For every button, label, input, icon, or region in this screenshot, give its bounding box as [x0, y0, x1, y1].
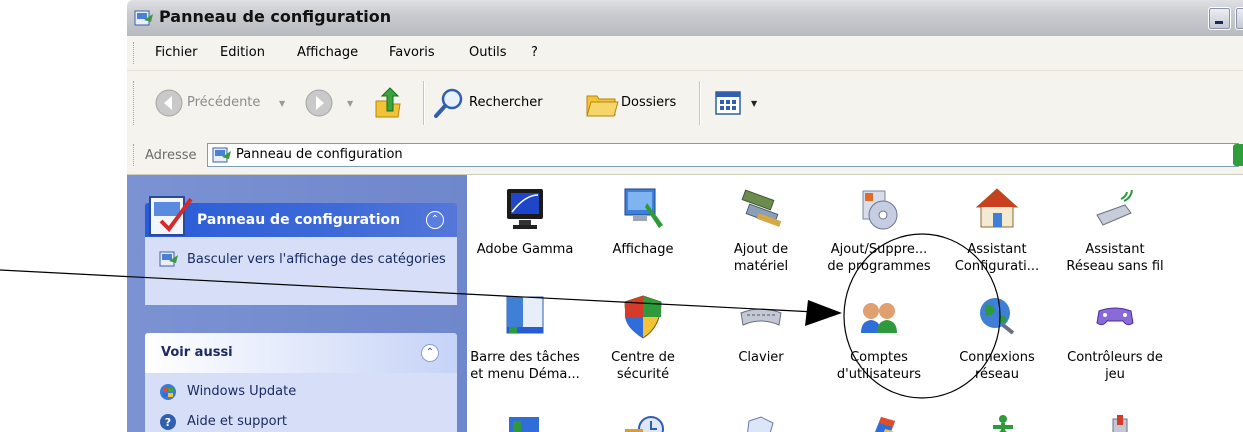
item-centre-securite[interactable]: Centre de sécurité	[584, 293, 702, 383]
item-label: Ajout/Suppre... de programmes	[827, 242, 931, 274]
minimize-button[interactable]	[1208, 7, 1231, 30]
gamepad-icon	[1096, 307, 1134, 326]
panel-body-see-also: Windows Update ? Aide et support	[145, 373, 457, 432]
address-value: Panneau de configuration	[236, 147, 403, 162]
home-network-icon	[975, 188, 1019, 228]
fonts-icon[interactable]	[859, 413, 907, 432]
search-icon[interactable]	[433, 87, 465, 119]
toolbar-grip	[133, 81, 136, 125]
item-label: Ajout de matériel	[733, 242, 789, 274]
control-panel-icon	[159, 251, 178, 267]
item-label: Affichage	[612, 242, 674, 257]
hardware-icon	[741, 189, 782, 227]
menu-fichier[interactable]: Fichier	[155, 45, 198, 60]
address-field[interactable]: Panneau de configuration	[207, 143, 1239, 167]
item-label: Assistant Réseau sans fil	[1066, 242, 1164, 274]
item-controleurs-jeu[interactable]: Contrôleurs de jeu	[1056, 293, 1174, 383]
item-adobe-gamma[interactable]: Adobe Gamma	[466, 185, 584, 258]
views-icon[interactable]	[715, 91, 745, 115]
shield-icon	[624, 295, 662, 339]
item-label: Connexions réseau	[959, 350, 1035, 382]
folder-options-icon[interactable]	[739, 413, 787, 432]
go-button[interactable]	[1233, 144, 1243, 166]
system-icon[interactable]	[501, 413, 549, 432]
monitor-icon	[507, 189, 543, 229]
menu-affichage[interactable]: Affichage	[297, 45, 358, 60]
accessibility-icon[interactable]	[977, 413, 1025, 432]
icon-view: Adobe Gamma Affichage Ajout de matériel	[467, 175, 1243, 432]
wireless-icon	[1096, 189, 1133, 226]
windows-update-icon	[160, 384, 176, 400]
up-folder-icon[interactable]	[373, 87, 403, 119]
display-icon	[624, 188, 663, 228]
address-bar: Adresse Panneau de configuration	[127, 136, 1243, 175]
collapse-up-icon[interactable]: ⌃	[421, 344, 439, 362]
explorer-window: Panneau de configuration Fichier Edition…	[127, 0, 1243, 432]
item-label: Adobe Gamma	[476, 242, 574, 257]
item-affichage[interactable]: Affichage	[584, 185, 702, 258]
control-panel-icon	[212, 147, 231, 163]
folders-button[interactable]: Dossiers	[621, 95, 676, 110]
toolbar-separator	[423, 81, 425, 125]
forward-dropdown-icon[interactable]: ▼	[347, 99, 353, 108]
menu-favoris[interactable]: Favoris	[389, 45, 435, 60]
item-label: Contrôleurs de jeu	[1067, 350, 1163, 382]
menu-grip	[133, 42, 136, 64]
item-clavier[interactable]: Clavier	[702, 293, 820, 366]
item-ajout-materiel[interactable]: Ajout de matériel	[702, 185, 820, 275]
keyboard-icon	[740, 308, 782, 326]
control-panel-icon	[134, 10, 153, 26]
title-bar: Panneau de configuration	[127, 0, 1243, 36]
panel-body-control-panel: Basculer vers l'affichage des catégories	[145, 237, 457, 305]
item-ajout-suppression-programmes[interactable]: Ajout/Suppre... de programmes	[820, 185, 938, 275]
menu-bar: Fichier Edition Affichage Favoris Outils…	[127, 36, 1243, 71]
menu-outils[interactable]: Outils	[469, 45, 507, 60]
control-panel-large-icon	[149, 196, 193, 236]
window-title: Panneau de configuration	[159, 7, 392, 26]
panel-title: Panneau de configuration	[197, 212, 401, 228]
help-icon: ?	[160, 414, 176, 430]
back-dropdown-icon[interactable]: ▼	[279, 99, 285, 108]
phone-modem-icon[interactable]	[1095, 413, 1143, 432]
folders-icon[interactable]	[585, 88, 619, 118]
users-icon	[861, 303, 897, 333]
item-connexions-reseau[interactable]: Connexions réseau	[938, 293, 1056, 383]
views-dropdown-icon[interactable]: ▼	[751, 99, 757, 108]
item-comptes-utilisateurs[interactable]: Comptes d'utilisateurs	[820, 293, 938, 383]
help-support-link[interactable]: Aide et support	[187, 414, 287, 429]
clock-icon[interactable]	[621, 413, 669, 432]
maximize-button[interactable]	[1235, 7, 1243, 30]
menu-edition[interactable]: Edition	[220, 45, 265, 60]
collapse-up-icon[interactable]: ⌃	[426, 211, 444, 229]
panel-header-see-also[interactable]: Voir aussi ⌃	[145, 333, 457, 373]
menu-help[interactable]: ?	[531, 45, 538, 60]
address-grip	[133, 144, 136, 166]
search-button[interactable]: Rechercher	[469, 95, 543, 110]
item-assistant-configuration[interactable]: Assistant Configurati...	[938, 185, 1056, 275]
taskbar-icon	[506, 296, 544, 334]
back-arrow-icon[interactable]	[155, 89, 183, 117]
item-assistant-reseau-sans-fil[interactable]: Assistant Réseau sans fil	[1056, 185, 1174, 275]
panel-title: Voir aussi	[161, 345, 233, 360]
back-button[interactable]: Précédente	[187, 95, 260, 110]
forward-arrow-icon[interactable]	[305, 89, 333, 117]
toolbar-separator	[699, 81, 701, 125]
network-icon	[980, 298, 1015, 335]
address-label: Adresse	[145, 148, 197, 163]
item-label: Clavier	[738, 350, 784, 365]
item-label: Assistant Configurati...	[954, 242, 1040, 274]
switch-category-view-link[interactable]: Basculer vers l'affichage des catégories	[187, 251, 447, 268]
item-barre-taches[interactable]: Barre des tâches et menu Déma...	[466, 293, 584, 383]
toolbar: Précédente ▼ ▼ Rechercher Dossiers ▼	[127, 70, 1243, 138]
windows-update-link[interactable]: Windows Update	[187, 384, 296, 399]
item-label: Centre de sécurité	[611, 350, 675, 382]
task-pane: Panneau de configuration ⌃ Basculer vers…	[127, 175, 467, 432]
svg-text:?: ?	[165, 416, 171, 429]
item-label: Barre des tâches et menu Déma...	[470, 350, 580, 382]
item-label: Comptes d'utilisateurs	[836, 350, 922, 382]
programs-icon	[862, 190, 898, 230]
